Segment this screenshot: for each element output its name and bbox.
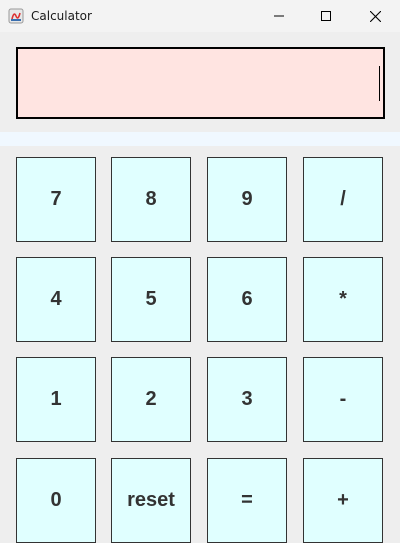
multiply-button[interactable]: * (303, 257, 383, 342)
equals-button[interactable]: = (207, 458, 287, 543)
key-2-button[interactable]: 2 (111, 357, 191, 442)
window-title: Calculator (31, 9, 92, 23)
maximize-button[interactable] (303, 0, 349, 32)
divider-strip (0, 132, 400, 146)
key-5-button[interactable]: 5 (111, 257, 191, 342)
key-4-button[interactable]: 4 (16, 257, 96, 342)
minimize-button[interactable] (256, 0, 302, 32)
minimize-icon (274, 15, 284, 17)
reset-button[interactable]: reset (111, 458, 191, 543)
add-button[interactable]: + (303, 458, 383, 543)
key-1-button[interactable]: 1 (16, 357, 96, 442)
calculator-body: 7 8 9 / 4 5 6 * 1 2 3 - 0 reset = + (0, 32, 400, 543)
key-7-button[interactable]: 7 (16, 157, 96, 242)
display-field[interactable] (16, 47, 385, 119)
maximize-icon (321, 11, 331, 21)
close-button[interactable] (352, 0, 398, 32)
close-icon (369, 10, 381, 22)
subtract-button[interactable]: - (303, 357, 383, 442)
key-6-button[interactable]: 6 (207, 257, 287, 342)
title-bar: Calculator (0, 0, 400, 32)
key-9-button[interactable]: 9 (207, 157, 287, 242)
java-app-icon (8, 8, 24, 24)
key-0-button[interactable]: 0 (16, 458, 96, 543)
text-caret (379, 66, 380, 101)
key-3-button[interactable]: 3 (207, 357, 287, 442)
key-8-button[interactable]: 8 (111, 157, 191, 242)
divide-button[interactable]: / (303, 157, 383, 242)
